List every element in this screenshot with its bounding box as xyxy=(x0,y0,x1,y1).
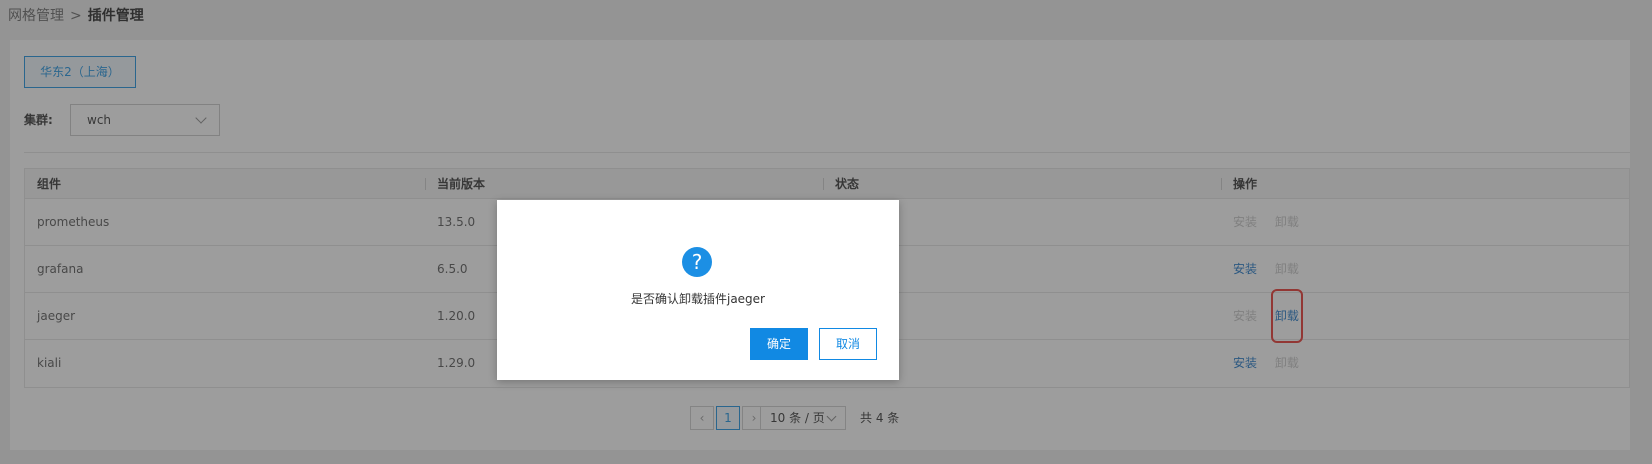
confirm-dialog: ? 是否确认卸载插件jaeger 确定 取消 xyxy=(497,200,899,380)
question-icon: ? xyxy=(682,247,712,277)
cancel-button[interactable]: 取消 xyxy=(819,328,877,360)
dialog-message: 是否确认卸载插件jaeger xyxy=(630,292,765,306)
confirm-button[interactable]: 确定 xyxy=(750,328,808,360)
